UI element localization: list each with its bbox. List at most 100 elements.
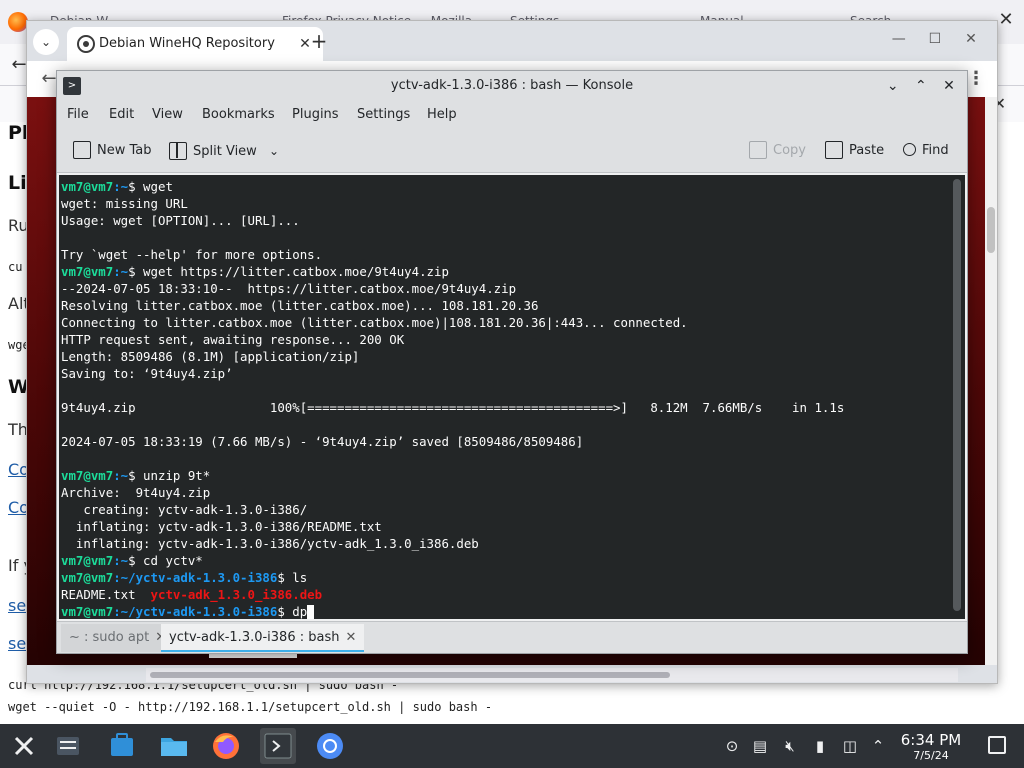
prompt-user: vm7@vm7: [61, 264, 114, 279]
new-tab-label: New Tab: [97, 143, 152, 158]
menu-help[interactable]: Help: [427, 101, 457, 129]
terminal-text: README.txt: [61, 587, 151, 602]
terminal-view[interactable]: vm7@vm7:~$ wget wget: missing URL Usage: w…: [59, 175, 965, 619]
terminal-line: wget: missing URL: [61, 195, 941, 212]
terminal-text: Resolving litter.catbox.moe (litter.catb…: [61, 298, 539, 313]
prompt-user: vm7@vm7: [61, 570, 114, 585]
terminal-line: README.txt yctv-adk_1.3.0_i386.deb: [61, 586, 941, 603]
menu-edit[interactable]: Edit: [109, 101, 134, 129]
split-view-button[interactable]: Split View ⌄: [169, 137, 279, 165]
debian-favicon-icon: [77, 35, 95, 53]
close-icon[interactable]: ✕: [937, 75, 961, 97]
updates-icon[interactable]: ⊙: [722, 736, 742, 756]
maximize-icon[interactable]: ⌃: [909, 75, 933, 97]
application-launcher-icon[interactable]: [6, 728, 42, 764]
scrollbar-thumb[interactable]: [987, 207, 995, 253]
paste-button[interactable]: Paste: [825, 137, 884, 165]
maximize-icon[interactable]: ☐: [919, 31, 951, 47]
close-icon[interactable]: ✕: [996, 10, 1016, 30]
konsole-window: yctv-adk-1.3.0-i386 : bash — Konsole > ⌄…: [56, 70, 968, 654]
page-link[interactable]: se: [8, 596, 26, 615]
code-wget-command: wget --quiet -O - http://192.168.1.1/set…: [8, 700, 493, 714]
find-label: Find: [922, 143, 949, 158]
new-tab-plus-icon[interactable]: +: [307, 29, 331, 53]
prompt-user: vm7@vm7: [61, 604, 114, 619]
konsole-tab-bar: ~ : sudo apt✕ yctv-adk-1.3.0-i386 : bash…: [57, 621, 967, 653]
prompt-user: vm7@vm7: [61, 468, 114, 483]
terminal-line: inflating: yctv-adk-1.3.0-i386/yctv-adk_…: [61, 535, 941, 552]
chromium-icon[interactable]: [312, 728, 348, 764]
firefox-icon[interactable]: [208, 728, 244, 764]
copy-button[interactable]: Copy: [749, 137, 806, 165]
chevron-up-icon[interactable]: ⌃: [868, 736, 888, 756]
konsole-title-bar: yctv-adk-1.3.0-i386 : bash — Konsole > ⌄…: [57, 71, 967, 101]
terminal-text: HTTP request sent, awaiting response... …: [61, 332, 405, 347]
prompt-path: :~: [113, 468, 129, 483]
terminal-scrollbar[interactable]: [953, 179, 961, 615]
konsole-app-icon[interactable]: >: [63, 77, 81, 95]
terminal-text: 9t4uy4.zip 100%[========================…: [61, 400, 845, 415]
chromium-tab-strip: ⌄ Debian WineHQ Repository ✕ + — ☐ ✕: [27, 21, 997, 61]
terminal-line: --2024-07-05 18:33:10-- https://litter.c…: [61, 280, 941, 297]
terminal-line: vm7@vm7:~$ cd yctv*: [61, 552, 941, 569]
search-icon: [903, 143, 916, 156]
terminal-line: Usage: wget [OPTION]... [URL]...: [61, 212, 941, 229]
terminal-line: 9t4uy4.zip 100%[========================…: [61, 399, 941, 416]
konsole-menu-bar: File Edit View Bookmarks Plugins Setting…: [57, 101, 967, 129]
chevron-down-icon[interactable]: ⌄: [269, 144, 279, 158]
network-icon[interactable]: ◫: [840, 736, 860, 756]
minimize-icon[interactable]: —: [883, 31, 915, 47]
clipboard-icon[interactable]: ▤: [750, 736, 770, 756]
scrollbar-thumb[interactable]: [150, 672, 670, 678]
close-icon[interactable]: ✕: [955, 31, 987, 47]
tab-yctv-bash[interactable]: yctv-adk-1.3.0-i386 : bash ✕: [161, 624, 365, 652]
vertical-scrollbar[interactable]: [985, 97, 997, 665]
konsole-icon[interactable]: [260, 728, 296, 764]
terminal-line: Saving to: ‘9t4uy4.zip’: [61, 365, 941, 382]
menu-bookmarks[interactable]: Bookmarks: [202, 101, 275, 129]
discover-store-icon[interactable]: [104, 728, 140, 764]
terminal-line: Archive: 9t4uy4.zip: [61, 484, 941, 501]
terminal-line: vm7@vm7:~$ wget: [61, 178, 941, 195]
chromium-tab[interactable]: Debian WineHQ Repository ✕: [67, 27, 323, 61]
menu-view[interactable]: View: [152, 101, 183, 129]
terminal-line: Resolving litter.catbox.moe (litter.catb…: [61, 297, 941, 314]
prompt-path: :~/yctv-adk-1.3.0-i386: [113, 604, 278, 619]
clock-time[interactable]: 6:34 PM: [888, 731, 974, 749]
page-link[interactable]: se: [8, 634, 26, 653]
split-view-label: Split View: [193, 144, 257, 159]
terminal-text: Length: 8509486 (8.1M) [application/zip]: [61, 349, 360, 364]
terminal-line: inflating: yctv-adk-1.3.0-i386/README.tx…: [61, 518, 941, 535]
konsole-window-controls: ⌄ ⌃ ✕: [881, 75, 961, 97]
minimize-icon[interactable]: ⌄: [881, 75, 905, 97]
clock-date[interactable]: 7/5/24: [888, 749, 974, 762]
new-tab-button[interactable]: New Tab: [73, 137, 152, 165]
tab-sudo-apt[interactable]: ~ : sudo apt✕: [61, 624, 175, 652]
konsole-toolbar: New Tab Split View ⌄ Copy Paste Find: [57, 129, 967, 173]
kebab-menu-icon[interactable]: ⋮: [967, 67, 985, 91]
prompt-path: :~: [113, 264, 129, 279]
split-view-icon: [169, 141, 187, 160]
close-tab-icon[interactable]: ✕: [345, 630, 356, 645]
menu-settings[interactable]: Settings: [357, 101, 410, 129]
battery-icon[interactable]: ▮: [810, 736, 830, 756]
dolphin-files-icon[interactable]: [156, 728, 192, 764]
terminal-text: Try `wget --help' for more options.: [61, 247, 323, 262]
terminal-text: creating: yctv-adk-1.3.0-i386/: [61, 502, 308, 517]
menu-plugins[interactable]: Plugins: [292, 101, 339, 129]
volume-muted-icon[interactable]: 🔇︎: [780, 736, 800, 756]
show-desktop-icon[interactable]: [988, 736, 1006, 754]
system-settings-icon[interactable]: [50, 728, 86, 764]
terminal-text: $ dp: [277, 604, 308, 619]
window-title: yctv-adk-1.3.0-i386 : bash — Konsole: [390, 78, 634, 93]
horizontal-scrollbar[interactable]: [146, 668, 958, 682]
tab-search-chevron-icon[interactable]: ⌄: [33, 29, 59, 55]
terminal-line: HTTP request sent, awaiting response... …: [61, 331, 941, 348]
terminal-text: $ wget: [128, 179, 173, 194]
menu-file[interactable]: File: [67, 101, 89, 129]
scrollbar-thumb[interactable]: [953, 179, 961, 611]
terminal-text: $ wget https://litter.catbox.moe/9t4uy4.…: [128, 264, 449, 279]
find-button[interactable]: Find: [903, 137, 949, 165]
